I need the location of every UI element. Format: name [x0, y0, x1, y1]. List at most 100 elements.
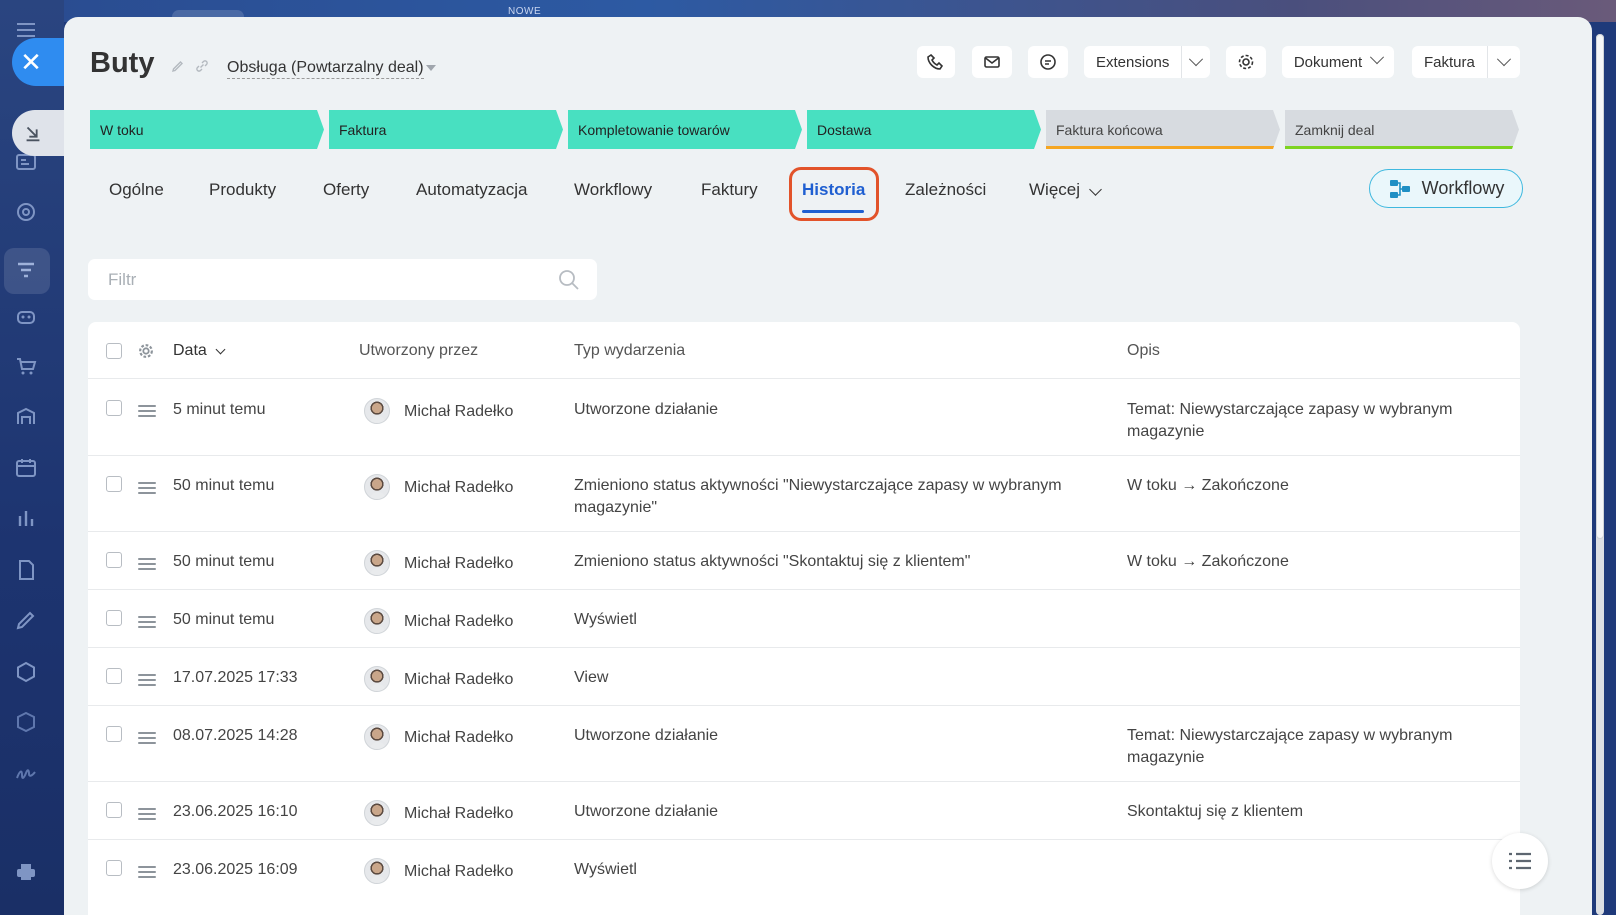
bar-chart-icon[interactable] [14, 506, 38, 530]
stage-kompletowanie[interactable]: Kompletowanie towarów [568, 110, 802, 149]
table-row[interactable]: 50 minut temu Michał Radełko Zmieniono s… [88, 532, 1520, 590]
tab-ogolne[interactable]: Ogólne [109, 180, 164, 200]
tab-zaleznosci[interactable]: Zależności [905, 180, 986, 200]
warehouse-icon[interactable] [14, 404, 38, 428]
list-icon [1509, 852, 1531, 870]
minimize-panel-button[interactable] [12, 110, 64, 156]
document-edit-icon[interactable] [14, 558, 38, 582]
filter-input[interactable]: Filtr [88, 259, 597, 300]
printer-icon[interactable] [14, 860, 38, 884]
signature-icon[interactable] [14, 760, 38, 784]
tab-oferty[interactable]: Oferty [323, 180, 369, 200]
table-row[interactable]: 23.06.2025 16:10 Michał Radełko Utworzon… [88, 782, 1520, 840]
drag-handle-icon[interactable] [138, 808, 156, 820]
tab-produkty[interactable]: Produkty [209, 180, 276, 200]
column-created-by[interactable]: Utworzony przez [359, 342, 478, 360]
row-user[interactable]: Michał Radełko [404, 803, 513, 825]
drag-handle-icon[interactable] [138, 482, 156, 494]
column-date[interactable]: Data [173, 342, 207, 360]
call-button[interactable] [917, 46, 955, 78]
link-icon[interactable] [194, 58, 210, 74]
tab-faktury[interactable]: Faktury [701, 180, 758, 200]
target-icon[interactable] [14, 200, 38, 224]
table-row[interactable]: 5 minut temu Michał Radełko Utworzone dz… [88, 379, 1520, 456]
tab-automatyzacja[interactable]: Automatyzacja [416, 180, 528, 200]
drag-handle-icon[interactable] [138, 616, 156, 628]
row-date: 50 minut temu [173, 611, 275, 628]
table-row[interactable]: 23.06.2025 16:09 Michał Radełko Wyświetl [88, 840, 1520, 898]
dokument-button[interactable]: Dokument [1282, 46, 1394, 78]
avatar[interactable] [364, 398, 390, 424]
stage-zamknij-deal[interactable]: Zamknij deal [1285, 110, 1519, 149]
chevron-down-icon[interactable] [1089, 183, 1102, 196]
tab-workflowy[interactable]: Workflowy [574, 180, 652, 200]
row-checkbox[interactable] [106, 668, 122, 684]
row-user[interactable]: Michał Radełko [404, 553, 513, 575]
cart-icon[interactable] [14, 354, 38, 378]
gear-icon[interactable] [137, 342, 155, 360]
avatar[interactable] [364, 550, 390, 576]
table-row[interactable]: 50 minut temu Michał Radełko Zmieniono s… [88, 456, 1520, 532]
stage-w-toku[interactable]: W toku [90, 110, 324, 149]
chevron-down-icon[interactable] [1181, 46, 1210, 78]
drag-handle-icon[interactable] [138, 405, 156, 417]
row-user[interactable]: Michał Radełko [404, 669, 513, 691]
drag-handle-icon[interactable] [138, 732, 156, 744]
chat-button[interactable] [1028, 46, 1068, 78]
avatar[interactable] [364, 858, 390, 884]
row-user[interactable]: Michał Radełko [404, 861, 513, 883]
deal-panel: Buty Obsługa (Powtarzalny deal) Extensio… [64, 17, 1592, 915]
row-user[interactable]: Michał Radełko [404, 611, 513, 633]
column-event-type[interactable]: Typ wydarzenia [574, 342, 685, 360]
cube-icon[interactable] [14, 710, 38, 734]
row-checkbox[interactable] [106, 610, 122, 626]
table-row[interactable]: 50 minut temu Michał Radełko Wyświetl [88, 590, 1520, 648]
pipeline-caret-icon[interactable] [426, 65, 436, 71]
row-checkbox[interactable] [106, 802, 122, 818]
email-button[interactable] [972, 46, 1012, 78]
row-checkbox[interactable] [106, 726, 122, 742]
calendar-icon[interactable] [14, 456, 38, 480]
tab-wiecej[interactable]: Więcej [1029, 180, 1080, 200]
sort-chevron-icon[interactable] [215, 344, 226, 355]
pen-icon[interactable] [14, 608, 38, 632]
settings-button[interactable] [1226, 46, 1266, 78]
drag-handle-icon[interactable] [138, 558, 156, 570]
scrollbar-thumb[interactable] [1596, 34, 1604, 539]
avatar[interactable] [364, 608, 390, 634]
stage-label: Kompletowanie towarów [578, 121, 730, 138]
funnel-icon[interactable] [14, 258, 38, 282]
avatar[interactable] [364, 474, 390, 500]
select-all-checkbox[interactable] [106, 343, 122, 359]
extensions-button[interactable]: Extensions [1084, 46, 1210, 78]
table-row[interactable]: 08.07.2025 14:28 Michał Radełko Utworzon… [88, 706, 1520, 782]
stage-faktura[interactable]: Faktura [329, 110, 563, 149]
search-icon[interactable] [557, 268, 581, 292]
row-user[interactable]: Michał Radełko [404, 401, 513, 423]
row-checkbox[interactable] [106, 400, 122, 416]
faktura-button[interactable]: Faktura [1412, 46, 1520, 78]
stage-dostawa[interactable]: Dostawa [807, 110, 1041, 149]
row-checkbox[interactable] [106, 552, 122, 568]
quick-actions-button[interactable] [1492, 833, 1548, 889]
stage-faktura-koncowa[interactable]: Faktura końcowa [1046, 110, 1280, 149]
title-actions [170, 58, 210, 74]
workflow-button[interactable]: Workflowy [1369, 169, 1523, 208]
close-panel-button[interactable]: ✕ [12, 38, 64, 86]
edit-pencil-icon[interactable] [170, 58, 186, 74]
column-description[interactable]: Opis [1127, 342, 1160, 360]
drag-handle-icon[interactable] [138, 866, 156, 878]
pipeline-selector[interactable]: Obsługa (Powtarzalny deal) [227, 59, 424, 79]
row-checkbox[interactable] [106, 860, 122, 876]
drag-handle-icon[interactable] [138, 674, 156, 686]
avatar[interactable] [364, 666, 390, 692]
row-user[interactable]: Michał Radełko [404, 727, 513, 749]
row-user[interactable]: Michał Radełko [404, 477, 513, 499]
chevron-down-icon[interactable] [1486, 46, 1520, 78]
avatar[interactable] [364, 724, 390, 750]
robot-icon[interactable] [14, 304, 38, 328]
hexagon-icon[interactable] [14, 660, 38, 684]
avatar[interactable] [364, 800, 390, 826]
row-checkbox[interactable] [106, 476, 122, 492]
table-row[interactable]: 17.07.2025 17:33 Michał Radełko View [88, 648, 1520, 706]
